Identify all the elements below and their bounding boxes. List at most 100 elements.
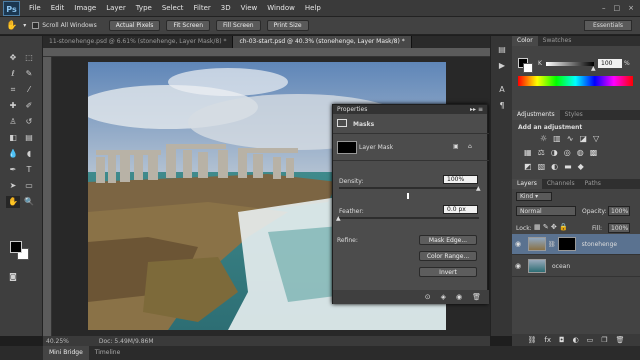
scroll-all-checkbox[interactable] [32, 22, 40, 29]
k-value-field[interactable]: 100 [598, 59, 622, 68]
zoom-level[interactable]: 40.25% [46, 338, 69, 345]
fill-field[interactable]: 100% [608, 223, 630, 233]
menu-edit[interactable]: Edit [46, 4, 70, 12]
feather-slider-thumb[interactable]: ▲ [336, 215, 341, 222]
posterize-icon[interactable]: ▧ [538, 162, 546, 171]
hand-tool-icon[interactable]: ✋ [6, 21, 17, 31]
hue-sat-icon[interactable]: ▦ [524, 148, 532, 157]
link-layers-icon[interactable]: ⛓ [528, 334, 537, 346]
vibrance-icon[interactable]: ▽ [593, 134, 599, 143]
brightness-icon[interactable]: ☼ [540, 134, 547, 143]
tab-stonehenge-psd[interactable]: 11-stonehenge.psd @ 6.61% (stonehenge, L… [43, 36, 234, 48]
history-brush-icon[interactable]: ↺ [22, 116, 36, 128]
exposure-icon[interactable]: ◪ [579, 134, 587, 143]
opacity-field[interactable]: 100% [608, 206, 630, 216]
quick-select-tool-icon[interactable]: ✎ [22, 68, 36, 80]
layer-filter-dropdown[interactable]: Kind ▾ [516, 192, 552, 201]
photo-filter-icon[interactable]: ◎ [564, 148, 571, 157]
brush-tool-icon[interactable]: ✐ [22, 100, 36, 112]
tab-ch03-start[interactable]: ch-03-start.psd @ 40.3% (stonehenge, Lay… [233, 36, 412, 48]
adjustment-layer-icon[interactable]: ◐ [573, 334, 579, 346]
menu-filter[interactable]: Filter [188, 4, 215, 12]
menu-image[interactable]: Image [69, 4, 101, 12]
menu-select[interactable]: Select [157, 4, 189, 12]
invert-button[interactable]: Invert [419, 267, 477, 277]
workspace-switcher[interactable]: Essentials [583, 20, 632, 31]
document-canvas[interactable]: Properties ▸▸ ≡ Masks Layer Mask ▣ ⌂ Dens… [52, 57, 490, 336]
gradient-tool-icon[interactable]: ▤ [22, 132, 36, 144]
print-size-button[interactable]: Print Size [266, 20, 309, 31]
layer-row-stonehenge[interactable]: ◉ ⛓ stonehenge [512, 234, 640, 255]
color-bg-swatch[interactable] [523, 63, 533, 73]
tab-timeline[interactable]: Timeline [89, 346, 127, 360]
group-icon[interactable]: ▭ [587, 334, 594, 346]
tab-color[interactable]: Color [512, 36, 538, 46]
color-lookup-icon[interactable]: ▩ [590, 148, 598, 157]
minimize-button[interactable]: – [602, 4, 606, 12]
tab-layers[interactable]: Layers [512, 179, 542, 189]
crop-tool-icon[interactable]: ⌗ [6, 84, 20, 96]
layer-row-ocean[interactable]: ◉ ocean [512, 256, 640, 277]
pixel-mask-icon[interactable]: ▣ [453, 143, 459, 150]
load-selection-icon[interactable]: ⊙ [425, 290, 431, 304]
gradient-map-icon[interactable]: ▬ [564, 162, 572, 171]
type-tool-icon[interactable]: T [22, 164, 36, 176]
trash-icon[interactable]: 🗑 [616, 334, 625, 346]
add-mask-icon[interactable]: ◘ [559, 334, 565, 346]
invert-adj-icon[interactable]: ◩ [524, 162, 532, 171]
foreground-color-swatch[interactable] [10, 241, 22, 253]
density-slider-thumb[interactable]: ▲ [476, 185, 481, 192]
feather-field[interactable]: 0.0 px [443, 205, 478, 214]
blur-tool-icon[interactable]: 💧 [6, 148, 20, 160]
curves-icon[interactable]: ∿ [567, 134, 574, 143]
visibility-toggle-icon[interactable]: ◉ [456, 290, 462, 304]
blend-mode-dropdown[interactable]: Normal [516, 206, 576, 216]
shape-tool-icon[interactable]: ▭ [22, 180, 36, 192]
tool-preset-dropdown[interactable]: ▾ [23, 22, 26, 29]
tab-styles[interactable]: Styles [560, 110, 588, 120]
dodge-tool-icon[interactable]: ◖ [22, 148, 36, 160]
selective-color-icon[interactable]: ◆ [578, 162, 584, 171]
path-select-icon[interactable]: ➤ [6, 180, 20, 192]
lock-icons[interactable]: ▦ ✎ ✥ 🔒 [534, 223, 568, 231]
levels-icon[interactable]: ▥ [553, 134, 561, 143]
menu-help[interactable]: Help [300, 4, 326, 12]
vector-mask-icon[interactable]: ⌂ [468, 143, 472, 150]
lasso-tool-icon[interactable]: ℓ [6, 68, 20, 80]
density-slider[interactable] [339, 187, 479, 189]
eye-icon[interactable]: ◉ [512, 262, 524, 270]
k-slider-thumb[interactable]: ▲ [591, 65, 596, 72]
quick-mask-icon[interactable]: ◙ [6, 271, 20, 283]
fill-screen-button[interactable]: Fill Screen [216, 20, 261, 31]
mask-edge-button[interactable]: Mask Edge... [419, 235, 477, 245]
menu-type[interactable]: Type [131, 4, 157, 12]
healing-brush-icon[interactable]: ✚ [6, 100, 20, 112]
history-icon[interactable]: ▤ [495, 44, 509, 56]
menu-view[interactable]: View [236, 4, 263, 12]
menu-layer[interactable]: Layer [101, 4, 131, 12]
fx-icon[interactable]: fx [544, 334, 551, 346]
panel-menu-icon[interactable]: ▸▸ ≡ [470, 105, 487, 114]
color-balance-icon[interactable]: ⚖ [538, 148, 545, 157]
tab-paths[interactable]: Paths [580, 179, 606, 189]
threshold-icon[interactable]: ◐ [551, 162, 558, 171]
bw-icon[interactable]: ◑ [551, 148, 558, 157]
character-icon[interactable]: A [495, 84, 509, 96]
actions-icon[interactable]: ▶ [495, 60, 509, 72]
delete-mask-icon[interactable]: 🗑 [472, 290, 481, 304]
eraser-tool-icon[interactable]: ◧ [6, 132, 20, 144]
maximize-button[interactable]: □ [614, 4, 621, 12]
actual-pixels-button[interactable]: Actual Pixels [108, 20, 161, 31]
tab-mini-bridge[interactable]: Mini Bridge [43, 346, 89, 360]
move-tool-icon[interactable]: ✥ [6, 52, 20, 64]
marquee-tool-icon[interactable]: ⬚ [22, 52, 36, 64]
eye-icon[interactable]: ◉ [512, 240, 524, 248]
hand-tool-icon[interactable]: ✋ [6, 196, 20, 208]
close-button[interactable]: × [628, 4, 634, 12]
tab-swatches[interactable]: Swatches [538, 36, 577, 46]
feather-slider[interactable] [339, 217, 479, 219]
clone-stamp-icon[interactable]: ♙ [6, 116, 20, 128]
k-slider[interactable] [546, 62, 594, 66]
eyedropper-tool-icon[interactable]: ⁄ [22, 84, 36, 96]
density-field[interactable]: 100% [443, 175, 478, 184]
